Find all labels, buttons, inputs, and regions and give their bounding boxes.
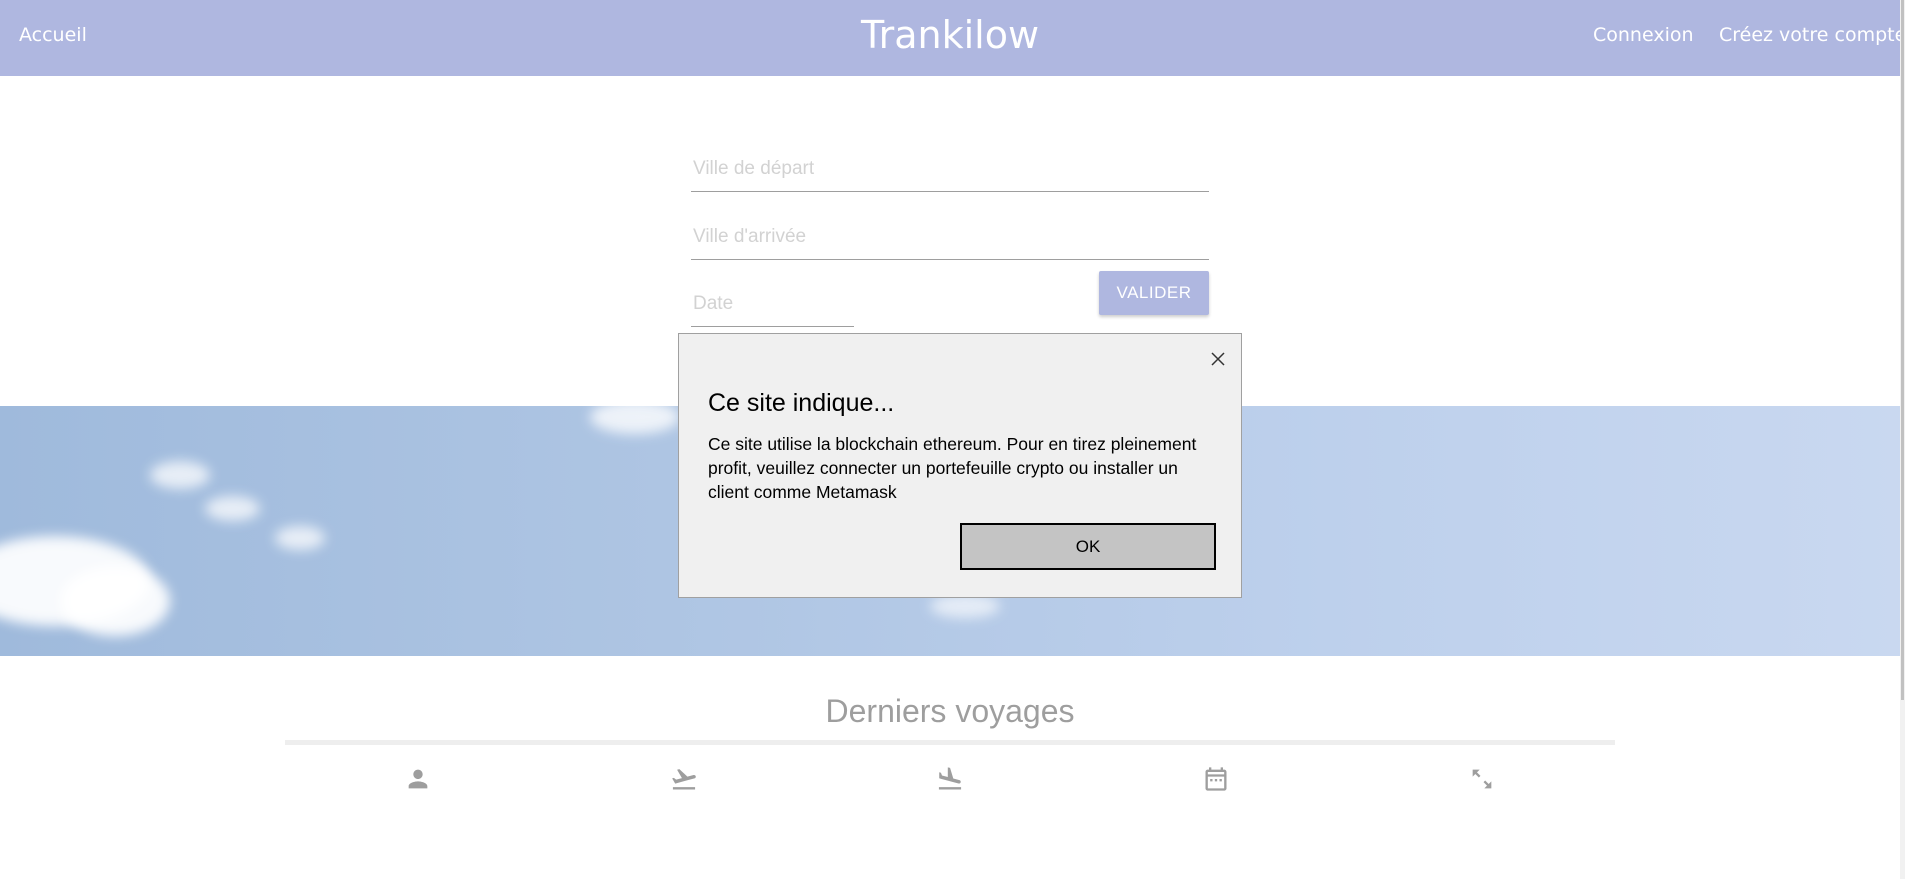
nav-signup-link[interactable]: Créez votre compte (1719, 24, 1905, 46)
flight-land-icon (936, 765, 964, 793)
alert-dialog: Ce site indique... Ce site utilise la bl… (678, 333, 1242, 598)
scrollbar-thumb[interactable] (1901, 0, 1904, 700)
arrival-city-input[interactable] (691, 214, 1209, 259)
ok-button[interactable]: OK (960, 523, 1216, 570)
departure-city-input[interactable] (691, 146, 1209, 191)
cloud-shape (150, 461, 210, 489)
top-navbar: Accueil Trankilow Connexion Créez votre … (0, 0, 1905, 76)
dialog-title: Ce site indique... (708, 389, 895, 417)
cloud-shape (205, 496, 260, 521)
person-icon (404, 765, 432, 793)
cloud-shape (590, 406, 680, 434)
nav-login-link[interactable]: Connexion (1593, 24, 1694, 46)
cloud-shape (60, 566, 170, 636)
section-divider (285, 740, 1615, 745)
dialog-message: Ce site utilise la blockchain ethereum. … (708, 434, 1197, 502)
validate-button[interactable]: VALIDER (1099, 271, 1209, 315)
flight-takeoff-icon (670, 765, 698, 793)
date-input[interactable] (691, 281, 854, 326)
close-icon[interactable] (1206, 347, 1230, 371)
expand-icon (1468, 765, 1496, 793)
departure-city-field (691, 146, 1209, 192)
calendar-icon (1202, 765, 1230, 793)
cloud-shape (275, 526, 325, 550)
arrival-city-field (691, 214, 1209, 260)
date-field (691, 281, 854, 327)
recent-trips-title: Derniers voyages (825, 693, 1075, 729)
